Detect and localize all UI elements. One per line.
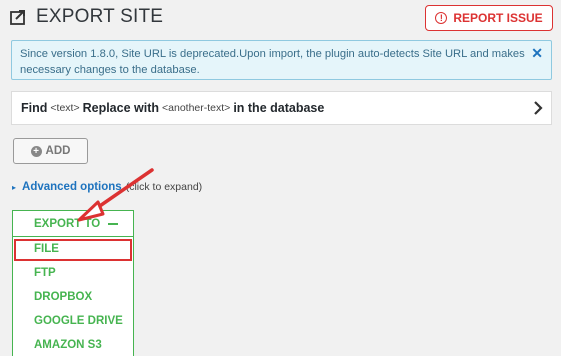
replace-label: Replace with: [82, 101, 160, 115]
find-replace-toggle[interactable]: Find <text> Replace with <another-text> …: [11, 91, 552, 125]
export-to-label: EXPORT TO: [34, 217, 101, 230]
export-destination-file[interactable]: FILE: [13, 237, 133, 261]
page-header: EXPORT SITE: [10, 6, 163, 28]
warning-icon: !: [435, 12, 448, 24]
export-icon: [10, 10, 25, 25]
advanced-options-hint: (click to expand): [125, 181, 203, 193]
export-destination-ftp[interactable]: FTP: [13, 261, 133, 285]
page-title: EXPORT SITE: [36, 6, 164, 27]
database-suffix: in the database: [233, 101, 325, 115]
chevron-right-icon: [534, 101, 543, 115]
advanced-options: ▸ Advanced options (click to expand): [12, 181, 202, 193]
report-issue-label: REPORT ISSUE: [453, 11, 543, 25]
export-site-page: EXPORT SITE ! REPORT ISSUE Since version…: [0, 0, 561, 356]
advanced-options-link[interactable]: Advanced options: [22, 181, 122, 193]
close-icon[interactable]: ✕: [531, 45, 543, 61]
export-destination-list: FILE FTP DROPBOX GOOGLE DRIVE AMAZON S3: [13, 237, 133, 356]
export-destination-google-drive[interactable]: GOOGLE DRIVE: [13, 309, 133, 333]
collapse-icon: [108, 222, 119, 225]
report-issue-button[interactable]: ! REPORT ISSUE: [425, 5, 553, 31]
export-destination-amazon-s3[interactable]: AMAZON S3: [13, 333, 133, 356]
find-label: Find: [21, 101, 48, 115]
add-button[interactable]: + ADD: [13, 138, 88, 164]
text-token: <text>: [50, 102, 80, 114]
export-to-toggle[interactable]: EXPORT TO: [13, 211, 133, 237]
notice-text: Since version 1.8.0, Site URL is depreca…: [20, 48, 525, 76]
export-to-panel: EXPORT TO FILE FTP DROPBOX GOOGLE DRIVE …: [12, 210, 134, 356]
deprecation-notice: Since version 1.8.0, Site URL is depreca…: [11, 40, 552, 80]
triangle-right-icon: ▸: [12, 182, 17, 192]
add-button-label: ADD: [45, 145, 71, 157]
another-text-token: <another-text>: [162, 102, 231, 114]
export-destination-dropbox[interactable]: DROPBOX: [13, 285, 133, 309]
plus-icon: +: [30, 145, 42, 157]
